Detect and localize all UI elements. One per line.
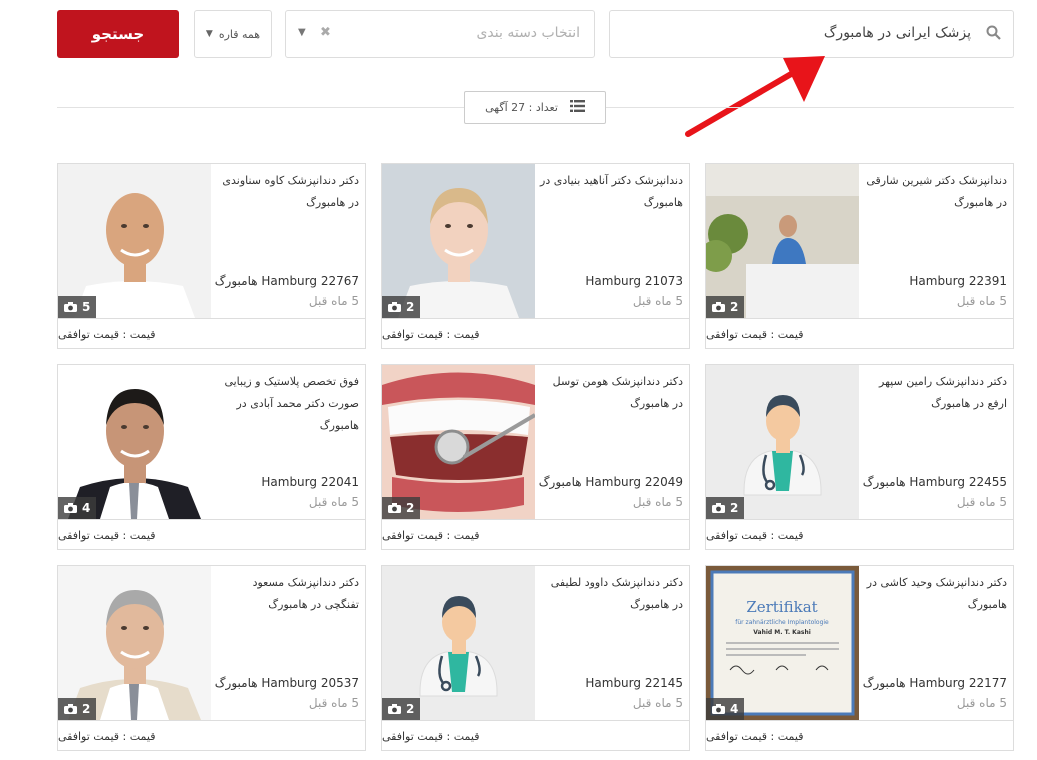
- search-query: پزشک ایرانی در هامبورگ: [823, 25, 971, 41]
- listing-title[interactable]: دکتر دندانپزشک مسعود تفنگچی در هامبورگ: [216, 572, 359, 616]
- listing-price: قیمت : قیمت توافقی: [706, 720, 1013, 751]
- listing-photo[interactable]: 2: [382, 566, 535, 720]
- listing-age: 5 ماه قبل: [308, 294, 359, 308]
- photo-count-badge: 4: [706, 698, 745, 720]
- listing-location: Hamburg 22145: [585, 676, 683, 690]
- listing-location: Hamburg 22455 هامبورگ: [862, 475, 1007, 489]
- listing-card[interactable]: 2 دندانپزشک دکتر شیرین شارقی در هامبورگ …: [705, 163, 1014, 349]
- listing-photo[interactable]: 2: [382, 164, 535, 318]
- listing-title[interactable]: دکتر دندانپزشک کاوه سناوندی در هامبورگ: [216, 170, 359, 214]
- search-bar: جستجو ▼ همه قاره ▼ ✖ انتخاب دسته بندی پز…: [57, 10, 1014, 58]
- camera-icon: [388, 302, 401, 312]
- listing-photo[interactable]: 5: [58, 164, 211, 318]
- photo-count: 5: [82, 300, 91, 314]
- photo-count: 2: [82, 702, 91, 716]
- annotation-arrow: [685, 56, 825, 137]
- listing-card[interactable]: 4 فوق تخصص پلاستیک و زیبایی صورت دکتر مح…: [57, 364, 366, 550]
- listing-title[interactable]: دکتر دندانپزشک داوود لطیفی در هامبورگ: [540, 572, 683, 616]
- listing-photo[interactable]: 2: [58, 566, 211, 720]
- listing-card[interactable]: Zertifikat für zahnärztliche Implantolog…: [705, 565, 1014, 751]
- certificate-heading: Zertifikat: [746, 598, 817, 616]
- listing-age: 5 ماه قبل: [632, 294, 683, 308]
- listing-title[interactable]: دکتر دندانپزشک رامین سپهر ارفع در هامبور…: [864, 371, 1007, 415]
- photo-count: 2: [406, 702, 415, 716]
- results-count-label: تعداد : 27 آگهی: [485, 101, 558, 114]
- listing-location: Hamburg 20537 هامبورگ: [214, 676, 359, 690]
- listing-age: 5 ماه قبل: [956, 495, 1007, 509]
- listing-age: 5 ماه قبل: [632, 696, 683, 710]
- photo-count: 2: [730, 501, 739, 515]
- listing-location: Hamburg 22041: [261, 475, 359, 489]
- listing-title[interactable]: دندانپزشک دکتر آناهید بنیادی در هامبورگ: [540, 170, 683, 214]
- listing-age: 5 ماه قبل: [308, 696, 359, 710]
- certificate-name: Vahid M. T. Kashi: [753, 629, 811, 636]
- listing-location: Hamburg 22177 هامبورگ: [862, 676, 1007, 690]
- photo-count: 4: [82, 501, 91, 515]
- photo-count-badge: 5: [58, 296, 97, 318]
- listing-age: 5 ماه قبل: [956, 696, 1007, 710]
- camera-icon: [64, 704, 77, 714]
- listing-card[interactable]: 2 دکتر دندانپزشک رامین سپهر ارفع در هامب…: [705, 364, 1014, 550]
- photo-count-badge: 4: [58, 497, 97, 519]
- listing-price: قیمت : قیمت توافقی: [58, 720, 365, 751]
- photo-count-badge: 2: [706, 497, 745, 519]
- listing-photo[interactable]: 2: [382, 365, 535, 519]
- region-select-value: همه قاره: [218, 27, 261, 41]
- listing-location: Hamburg 22391: [909, 274, 1007, 288]
- results-count: تعداد : 27 آگهی: [464, 91, 606, 124]
- camera-icon: [64, 503, 77, 513]
- search-icon: [986, 25, 1001, 44]
- photo-count: 4: [730, 702, 739, 716]
- search-button[interactable]: جستجو: [57, 10, 179, 58]
- photo-count: 2: [406, 501, 415, 515]
- listing-age: 5 ماه قبل: [308, 495, 359, 509]
- chevron-down-icon: ▼: [298, 27, 306, 38]
- camera-icon: [712, 302, 725, 312]
- listing-price: قیمت : قیمت توافقی: [382, 720, 689, 751]
- listing-location: Hamburg 22767 هامبورگ: [214, 274, 359, 288]
- listing-card[interactable]: 2 دندانپزشک دکتر آناهید بنیادی در هامبور…: [381, 163, 690, 349]
- category-select[interactable]: ▼ ✖ انتخاب دسته بندی: [285, 10, 595, 58]
- photo-count-badge: 2: [706, 296, 745, 318]
- listing-title[interactable]: دندانپزشک دکتر شیرین شارقی در هامبورگ: [864, 170, 1007, 214]
- listing-location: Hamburg 22049 هامبورگ: [538, 475, 683, 489]
- listing-title[interactable]: فوق تخصص پلاستیک و زیبایی صورت دکتر محمد…: [216, 371, 359, 437]
- camera-icon: [712, 704, 725, 714]
- camera-icon: [64, 302, 77, 312]
- clear-icon[interactable]: ✖: [320, 25, 331, 40]
- photo-count: 2: [730, 300, 739, 314]
- category-placeholder: انتخاب دسته بندی: [476, 25, 580, 41]
- camera-icon: [388, 704, 401, 714]
- chevron-down-icon: ▼: [205, 29, 213, 39]
- listing-photo[interactable]: Zertifikat für zahnärztliche Implantolog…: [706, 566, 859, 720]
- listing-card[interactable]: 2 دکتر دندانپزشک هومن توسل در هامبورگ Ha…: [381, 364, 690, 550]
- list-icon: [569, 100, 585, 115]
- listing-card[interactable]: 5 دکتر دندانپزشک کاوه سناوندی در هامبورگ…: [57, 163, 366, 349]
- certificate-subheading: für zahnärztliche Implantologie: [735, 619, 829, 626]
- listing-price: قیمت : قیمت توافقی: [382, 519, 689, 550]
- listing-age: 5 ماه قبل: [956, 294, 1007, 308]
- listing-title[interactable]: دکتر دندانپزشک هومن توسل در هامبورگ: [540, 371, 683, 415]
- listing-price: قیمت : قیمت توافقی: [58, 318, 365, 349]
- listing-age: 5 ماه قبل: [632, 495, 683, 509]
- listing-price: قیمت : قیمت توافقی: [706, 318, 1013, 349]
- listing-photo[interactable]: 2: [706, 164, 859, 318]
- camera-icon: [388, 503, 401, 513]
- photo-count-badge: 2: [382, 296, 421, 318]
- region-select[interactable]: ▼ همه قاره: [194, 10, 272, 58]
- photo-count-badge: 2: [58, 698, 97, 720]
- listing-price: قیمت : قیمت توافقی: [706, 519, 1013, 550]
- listing-photo[interactable]: 2: [706, 365, 859, 519]
- photo-count: 2: [406, 300, 415, 314]
- camera-icon: [712, 503, 725, 513]
- listing-location: Hamburg 21073: [585, 274, 683, 288]
- listing-card[interactable]: 2 دکتر دندانپزشک داوود لطیفی در هامبورگ …: [381, 565, 690, 751]
- photo-count-badge: 2: [382, 497, 421, 519]
- listing-photo[interactable]: 4: [58, 365, 211, 519]
- photo-count-badge: 2: [382, 698, 421, 720]
- listing-price: قیمت : قیمت توافقی: [58, 519, 365, 550]
- listing-card[interactable]: 2 دکتر دندانپزشک مسعود تفنگچی در هامبورگ…: [57, 565, 366, 751]
- listing-price: قیمت : قیمت توافقی: [382, 318, 689, 349]
- listing-title[interactable]: دکتر دندانپزشک وحید کاشی در هامبورگ: [864, 572, 1007, 616]
